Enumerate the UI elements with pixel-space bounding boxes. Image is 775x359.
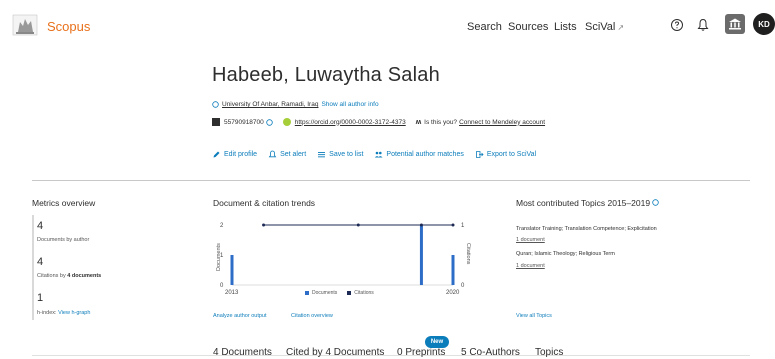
profile-actions: Edit profile Set alert Save to list Pote…: [212, 150, 547, 159]
elsevier-logo[interactable]: [12, 14, 38, 36]
help-icon[interactable]: [668, 16, 686, 34]
legend-documents: Documents: [305, 290, 337, 296]
scopus-brand[interactable]: Scopus: [47, 19, 90, 34]
topics-title: Most contributed Topics 2015–2019: [516, 198, 651, 208]
topic-document-link[interactable]: 1 document: [516, 237, 545, 243]
export-icon: [475, 151, 484, 158]
citations-label: Citations by 4 documents: [37, 273, 101, 279]
citations-label-docs: 4 documents: [67, 273, 102, 279]
legend-citations-label: Citations: [354, 290, 374, 296]
set-alert-label: Set alert: [280, 151, 307, 158]
topic-name: Translator Training; Translation Compete…: [516, 226, 657, 232]
y2-axis-title: Citations: [465, 243, 471, 265]
nav-search[interactable]: Search: [467, 21, 502, 33]
author-name: Habeeb, Luwaytha Salah: [212, 64, 440, 86]
citation-overview-link[interactable]: Citation overview: [291, 313, 333, 319]
scopus-id-icon: [212, 118, 220, 126]
people-icon: [375, 151, 383, 158]
nav-sources[interactable]: Sources: [508, 21, 548, 33]
hindex-row: h-index: View h-graph: [37, 310, 90, 316]
document-citation-trends-title: Document & citation trends: [213, 198, 316, 208]
documents-count: 4: [37, 220, 44, 232]
topics-title-row: Most contributed Topics 2015–2019: [516, 198, 660, 208]
tab-co-authors[interactable]: 5 Co-Authors: [461, 347, 520, 358]
orcid-icon: [282, 118, 291, 126]
section-divider: [32, 180, 750, 181]
orcid-link[interactable]: https://orcid.org/0000-0002-3172-4373: [295, 119, 406, 126]
list-icon: [318, 152, 326, 158]
metrics-overview-title: Metrics overview: [32, 198, 96, 208]
export-to-scival-button[interactable]: Export to SciVal: [475, 150, 536, 159]
top-header: Scopus Search Sources Lists SciVal ↗ KD: [0, 0, 775, 52]
tab-preprints[interactable]: 0 Preprints: [397, 347, 445, 358]
affiliation-link[interactable]: University Of Anbar, Ramadi, Iraq: [222, 101, 318, 108]
document-bar: [419, 225, 423, 285]
y-tick-label: 0: [220, 283, 224, 289]
edit-profile-button[interactable]: Edit profile: [212, 150, 257, 159]
legend-citations: Citations: [347, 290, 374, 296]
chart-legend: Documents Citations: [305, 290, 374, 296]
author-id: 55790918700: [224, 118, 264, 126]
potential-author-matches-label: Potential author matches: [386, 151, 464, 158]
citation-point: [451, 223, 455, 227]
hindex-label: h-index:: [37, 310, 57, 316]
citations-count: 4: [37, 256, 44, 268]
view-h-graph-link[interactable]: View h-graph: [58, 310, 90, 316]
tab-documents[interactable]: 4 Documents: [213, 347, 272, 359]
institution-icon[interactable]: [725, 14, 745, 34]
y-axis-title: Documents: [216, 243, 222, 271]
mendeley-icon: ʍ: [415, 118, 422, 126]
info-icon[interactable]: [266, 118, 273, 126]
connect-mendeley-link[interactable]: Connect to Mendeley account: [459, 119, 545, 126]
topic-document-link[interactable]: 1 document: [516, 263, 545, 269]
new-badge: New: [425, 336, 449, 348]
y-tick-label: 2: [220, 223, 224, 229]
view-all-topics-link[interactable]: View all Topics: [516, 313, 552, 319]
metrics-accent-bar: [32, 215, 34, 320]
citation-point: [262, 223, 266, 227]
legend-documents-label: Documents: [312, 290, 338, 296]
y2-tick-label: 1: [461, 223, 465, 229]
save-to-list-button[interactable]: Save to list: [317, 150, 363, 159]
pencil-icon: [213, 151, 220, 158]
nav-scival-label: SciVal: [585, 21, 616, 33]
x-tick-label: 2013: [225, 290, 239, 296]
set-alert-button[interactable]: Set alert: [268, 150, 306, 159]
tab-cited-by[interactable]: Cited by 4 Documents: [286, 347, 384, 358]
potential-author-matches-button[interactable]: Potential author matches: [374, 150, 464, 159]
document-bar: [451, 255, 455, 285]
x-tick-label: 2020: [446, 290, 460, 296]
notifications-bell-icon[interactable]: [694, 16, 712, 34]
mendeley-prefix: Is this you?: [424, 118, 458, 126]
tabs-divider: [32, 355, 750, 356]
topic-name: Quran; Islamic Theology; Religious Term: [516, 251, 615, 257]
citation-point: [356, 223, 360, 227]
export-to-scival-label: Export to SciVal: [486, 151, 537, 158]
legend-citations-swatch: [347, 291, 352, 295]
legend-documents-swatch: [305, 291, 309, 295]
citations-label-prefix: Citations by: [37, 273, 66, 279]
save-to-list-label: Save to list: [329, 151, 364, 158]
info-icon[interactable]: [652, 199, 660, 206]
affiliation-row: University Of Anbar, Ramadi, Iraq Show a…: [212, 101, 379, 108]
nav-scival[interactable]: SciVal ↗: [585, 21, 624, 33]
documents-label: Documents by author: [37, 237, 90, 243]
y2-tick-label: 0: [461, 283, 465, 289]
document-bar: [230, 255, 234, 285]
bell-icon: [268, 150, 277, 158]
nav-lists[interactable]: Lists: [554, 21, 577, 33]
tab-topics[interactable]: Topics: [535, 347, 563, 358]
analyze-author-output-link[interactable]: Analyze author output: [213, 313, 267, 319]
affiliation-icon: [212, 101, 219, 108]
edit-profile-label: Edit profile: [224, 151, 258, 158]
citation-point: [419, 223, 423, 227]
identifiers-row: 55790918700 https://orcid.org/0000-0002-…: [212, 118, 545, 126]
show-all-author-info-link[interactable]: Show all author info: [321, 101, 378, 108]
user-avatar[interactable]: KD: [753, 13, 775, 35]
external-link-icon: ↗: [617, 23, 625, 32]
hindex-value: 1: [37, 292, 44, 304]
